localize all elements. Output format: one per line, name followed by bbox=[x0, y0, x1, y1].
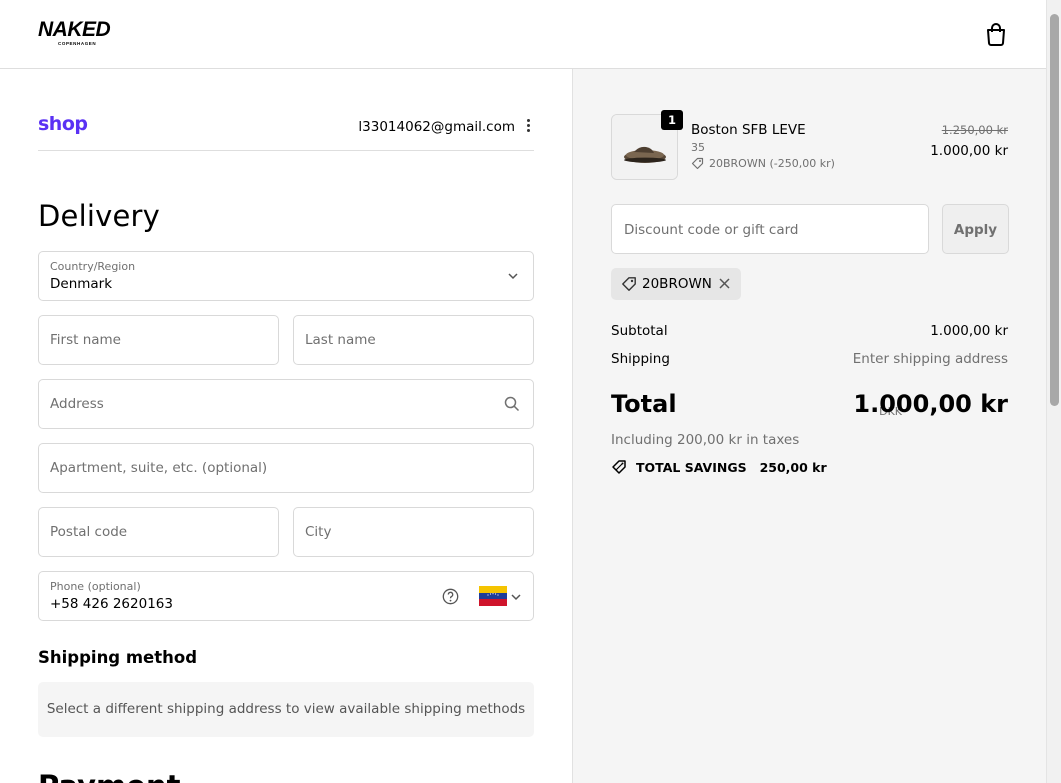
total-label: Total bbox=[611, 390, 677, 418]
savings-tag-icon bbox=[612, 460, 626, 474]
product-discount-text: 20BROWN (-250,00 kr) bbox=[709, 157, 835, 170]
total-savings: TOTAL SAVINGS 250,00 kr bbox=[611, 458, 827, 476]
venezuela-flag-icon[interactable] bbox=[479, 586, 507, 606]
help-icon[interactable] bbox=[442, 588, 459, 605]
tag-icon bbox=[691, 157, 704, 170]
phone-label: Phone (optional) bbox=[50, 580, 141, 593]
last-name-field[interactable]: Last name bbox=[293, 315, 534, 365]
country-value: Denmark bbox=[50, 276, 113, 292]
chevron-down-icon bbox=[508, 273, 518, 280]
product-variant: 35 bbox=[691, 141, 705, 154]
apply-button[interactable]: Apply bbox=[942, 204, 1009, 254]
shipping-method-heading: Shipping method bbox=[38, 648, 198, 667]
site-header: NAKED COPENHAGEN bbox=[0, 0, 1046, 69]
shipping-label: Shipping bbox=[611, 351, 670, 367]
subtotal-label: Subtotal bbox=[611, 323, 668, 339]
apartment-placeholder: Apartment, suite, etc. (optional) bbox=[50, 460, 268, 476]
page-scrollbar[interactable] bbox=[1046, 0, 1061, 783]
applied-discount-chip: 20BROWN bbox=[611, 268, 741, 300]
product-price: 1.000,00 kr bbox=[930, 143, 1008, 159]
order-summary-pane: 1 Boston SFB LEVE 35 20BROWN (-250,00 kr… bbox=[572, 69, 1046, 783]
product-discount: 20BROWN (-250,00 kr) bbox=[691, 157, 835, 170]
phone-value: +58 426 2620163 bbox=[50, 596, 173, 612]
first-name-placeholder: First name bbox=[50, 332, 121, 348]
payment-heading: Payment bbox=[38, 769, 180, 783]
apartment-field[interactable]: Apartment, suite, etc. (optional) bbox=[38, 443, 534, 493]
country-label: Country/Region bbox=[50, 260, 136, 273]
account-email: l33014062@gmail.com bbox=[358, 119, 515, 135]
product-original-price: 1.250,00 kr bbox=[941, 123, 1008, 137]
city-placeholder: City bbox=[305, 524, 332, 540]
city-field[interactable]: City bbox=[293, 507, 534, 557]
address-field[interactable]: Address bbox=[38, 379, 534, 429]
discount-code-input[interactable]: Discount code or gift card bbox=[611, 204, 929, 254]
scrollbar-thumb[interactable] bbox=[1050, 14, 1059, 406]
delivery-heading: Delivery bbox=[38, 199, 160, 233]
shop-pay-logo: shop bbox=[38, 113, 88, 135]
brand-subtitle: COPENHAGEN bbox=[58, 41, 97, 46]
search-icon bbox=[504, 396, 520, 412]
postal-code-field[interactable]: Postal code bbox=[38, 507, 279, 557]
shop-account-row: shop l33014062@gmail.com bbox=[38, 109, 534, 151]
total-value: 1.000,00 kr bbox=[853, 390, 1008, 418]
applied-discount-code: 20BROWN bbox=[642, 276, 712, 292]
total-savings-label: TOTAL SAVINGS bbox=[636, 459, 747, 475]
bag-icon[interactable] bbox=[985, 22, 1007, 46]
quantity-badge: 1 bbox=[661, 110, 683, 130]
shipping-method-notice: Select a different shipping address to v… bbox=[38, 682, 534, 737]
last-name-placeholder: Last name bbox=[305, 332, 376, 348]
phone-field[interactable]: Phone (optional) +58 426 2620163 bbox=[38, 571, 534, 621]
discount-code-placeholder: Discount code or gift card bbox=[624, 222, 799, 238]
close-icon[interactable] bbox=[718, 277, 731, 290]
tag-icon bbox=[622, 277, 636, 291]
first-name-field[interactable]: First name bbox=[38, 315, 279, 365]
shipping-value: Enter shipping address bbox=[852, 351, 1008, 367]
brand-name: NAKED bbox=[38, 18, 111, 41]
country-select[interactable]: Country/Region Denmark bbox=[38, 251, 534, 301]
chevron-down-icon[interactable] bbox=[511, 592, 521, 602]
checkout-form-pane: shop l33014062@gmail.com Delivery Countr… bbox=[0, 69, 572, 783]
tax-line: Including 200,00 kr in taxes bbox=[611, 432, 800, 448]
address-placeholder: Address bbox=[50, 396, 104, 412]
subtotal-value: 1.000,00 kr bbox=[930, 323, 1008, 339]
postal-code-placeholder: Postal code bbox=[50, 524, 128, 540]
kebab-menu-icon[interactable] bbox=[524, 119, 532, 135]
total-savings-value: 250,00 kr bbox=[759, 459, 827, 475]
product-name: Boston SFB LEVE bbox=[691, 122, 806, 138]
brand-logo[interactable]: NAKED COPENHAGEN bbox=[38, 19, 122, 49]
